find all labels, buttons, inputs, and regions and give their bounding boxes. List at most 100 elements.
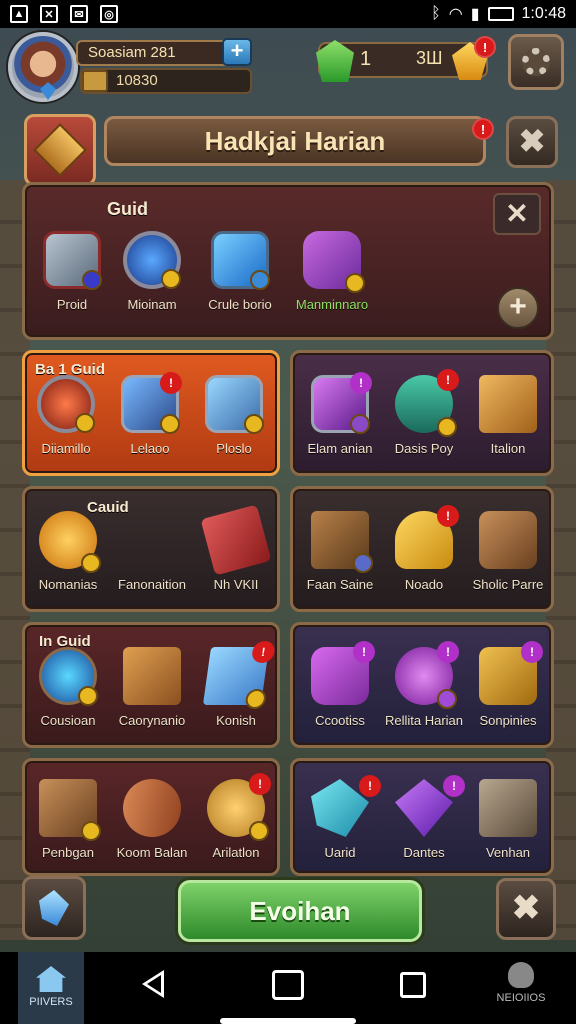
- navigation-bar: PIIVERS NEIOIIOS: [0, 952, 576, 1024]
- home-button[interactable]: [272, 970, 304, 1000]
- diamond-icon: [33, 123, 87, 177]
- panel-item[interactable]: Fanonaition: [107, 511, 197, 592]
- panel-item[interactable]: Italion: [463, 375, 551, 456]
- golden-lantern-icon: !: [479, 641, 543, 705]
- reward-panel-2[interactable]: ! Elam anian ! Dasis Poy Italion: [290, 350, 554, 476]
- gallery-icon: ▲: [10, 5, 28, 23]
- close-bottom-button[interactable]: ✖: [496, 878, 556, 940]
- panel-item[interactable]: Sholic Parre: [463, 511, 551, 592]
- panel-item[interactable]: Diiamillo: [25, 375, 111, 456]
- empty-slot-icon: [123, 511, 181, 569]
- panel-item[interactable]: ! Konish: [191, 641, 277, 728]
- panel-item[interactable]: ! Uarid: [295, 775, 385, 860]
- panel-item[interactable]: Cousioan: [25, 647, 113, 728]
- red-ticket-icon: [200, 504, 272, 576]
- panel-item[interactable]: ! Dantes: [379, 775, 469, 860]
- globe-icon: [39, 647, 98, 706]
- reward-panel-7[interactable]: Penbgan Koom Balan ! Arilatlon: [22, 758, 280, 876]
- no-sim-icon: ✕: [40, 5, 58, 23]
- reward-panel-5[interactable]: In Guid Cousioan Caorynanio ! Konish: [22, 622, 280, 748]
- status-bar: ▲ ✕ ✉ ◎ ᛒ ◠ ▮ 1:0:48: [0, 0, 576, 28]
- fire-orb-icon: [37, 375, 95, 433]
- add-energy-button[interactable]: +: [222, 38, 252, 66]
- mail-icon: ✉: [70, 5, 88, 23]
- guild-close-button[interactable]: ✕: [493, 193, 541, 235]
- sun-medal-icon: [39, 511, 101, 573]
- panel-item[interactable]: Caorynanio: [107, 647, 197, 728]
- add-guild-item-button[interactable]: +: [497, 287, 539, 329]
- scroll-tube-icon: [112, 768, 192, 848]
- guild-item[interactable]: Manminnaro: [287, 231, 377, 312]
- ice-shield-icon: !: [121, 372, 182, 434]
- anvil-icon: [479, 779, 537, 837]
- battery-icon: [487, 7, 514, 21]
- home-indicator: [220, 1018, 356, 1024]
- notification-badge: !: [474, 36, 496, 58]
- gift-chest-icon: [123, 647, 181, 705]
- bluetooth-icon: ᛒ: [431, 5, 441, 22]
- guild-panel-title: Guid: [107, 199, 148, 219]
- panel-item[interactable]: ! Noado: [379, 505, 469, 592]
- person-icon: [508, 962, 534, 988]
- panel-item[interactable]: Ploslo: [189, 375, 277, 456]
- panel-item[interactable]: ! Lelaoo: [105, 372, 195, 456]
- potion-scroll-icon: [303, 231, 365, 293]
- wooden-crate-icon: [39, 779, 101, 841]
- profile-tab-label: NEIOIIOS: [496, 992, 546, 1004]
- purple-flower-icon: !: [395, 641, 459, 709]
- settings-button[interactable]: [508, 34, 564, 90]
- guild-item[interactable]: Proid: [27, 231, 117, 312]
- panel-item[interactable]: ! Arilatlon: [191, 773, 277, 860]
- guild-item[interactable]: Mioinam: [107, 231, 197, 312]
- crystal-shop-button[interactable]: [22, 876, 86, 940]
- home-icon: [36, 966, 66, 992]
- panel-item[interactable]: Nh VKII: [191, 504, 277, 592]
- gold-pots-icon: !: [207, 773, 271, 841]
- recents-button[interactable]: [400, 972, 426, 998]
- claim-button[interactable]: Evoihan: [178, 880, 422, 942]
- panel-item[interactable]: ! Dasis Poy: [379, 369, 469, 456]
- treasure-pot-icon: !: [395, 369, 459, 437]
- panel-item[interactable]: Koom Balan: [107, 768, 197, 860]
- gear-icon: [522, 48, 550, 76]
- reward-panel-4[interactable]: Faan Saine ! Noado Sholic Parre: [290, 486, 554, 612]
- camera-box-icon: [479, 511, 537, 569]
- guild-item[interactable]: Crule borio: [195, 231, 285, 312]
- bell-bow-icon: !: [395, 505, 459, 569]
- panel-item[interactable]: Nomanias: [25, 511, 113, 592]
- page-title: Hadkjai Harian: [104, 116, 486, 166]
- panel-item[interactable]: ! Rellita Harian: [379, 641, 469, 728]
- map-scroll-icon: !: [202, 641, 276, 709]
- home-tab[interactable]: PIIVERS: [18, 952, 84, 1024]
- reward-panel-3[interactable]: Cauid Nomanias Fanonaition Nh VKII: [22, 486, 280, 612]
- close-top-button[interactable]: ✖: [506, 116, 558, 168]
- camera-icon: ◎: [100, 5, 118, 23]
- panel-item[interactable]: Faan Saine: [295, 511, 385, 592]
- wooden-door-icon: [311, 511, 373, 573]
- shield-sword-icon: [43, 231, 102, 290]
- sword-shield-icon: [205, 375, 264, 434]
- panel-item[interactable]: Venhan: [463, 779, 551, 860]
- panel-item[interactable]: ! Sonpinies: [463, 641, 551, 728]
- crystal-tablet-icon: [211, 231, 270, 290]
- gem-count: 1: [360, 48, 372, 70]
- panel-item[interactable]: ! Elam anian: [295, 372, 385, 456]
- profile-tab[interactable]: NEIOIIOS: [486, 962, 556, 1004]
- chest-coin-icon: [82, 70, 108, 92]
- amethyst-crest-icon: !: [311, 372, 372, 434]
- magic-orb-icon: [123, 231, 181, 289]
- potion-bottles-icon: !: [311, 641, 375, 705]
- reward-panel-8[interactable]: ! Uarid ! Dantes Venhan: [290, 758, 554, 876]
- title-badge: !: [472, 118, 494, 140]
- signal-icon: ▮: [470, 6, 480, 23]
- panel-item[interactable]: Penbgan: [25, 779, 113, 860]
- gold-chest-icon: [479, 375, 537, 433]
- wifi-icon: ◠: [448, 6, 463, 23]
- reward-panel-6[interactable]: ! Ccootiss ! Rellita Harian ! Sonpinies: [290, 622, 554, 748]
- crystal-icon: [39, 890, 69, 926]
- guild-panel: Guid ✕ Proid Mioinam Crule borio Manminn…: [22, 182, 554, 340]
- reward-panel-1[interactable]: Ba 1 Guid Diiamillo ! Lelaoo Ploslo: [22, 350, 280, 476]
- quest-diamond-button[interactable]: [24, 114, 96, 186]
- home-tab-label: PIIVERS: [29, 996, 73, 1008]
- panel-item[interactable]: ! Ccootiss: [295, 641, 385, 728]
